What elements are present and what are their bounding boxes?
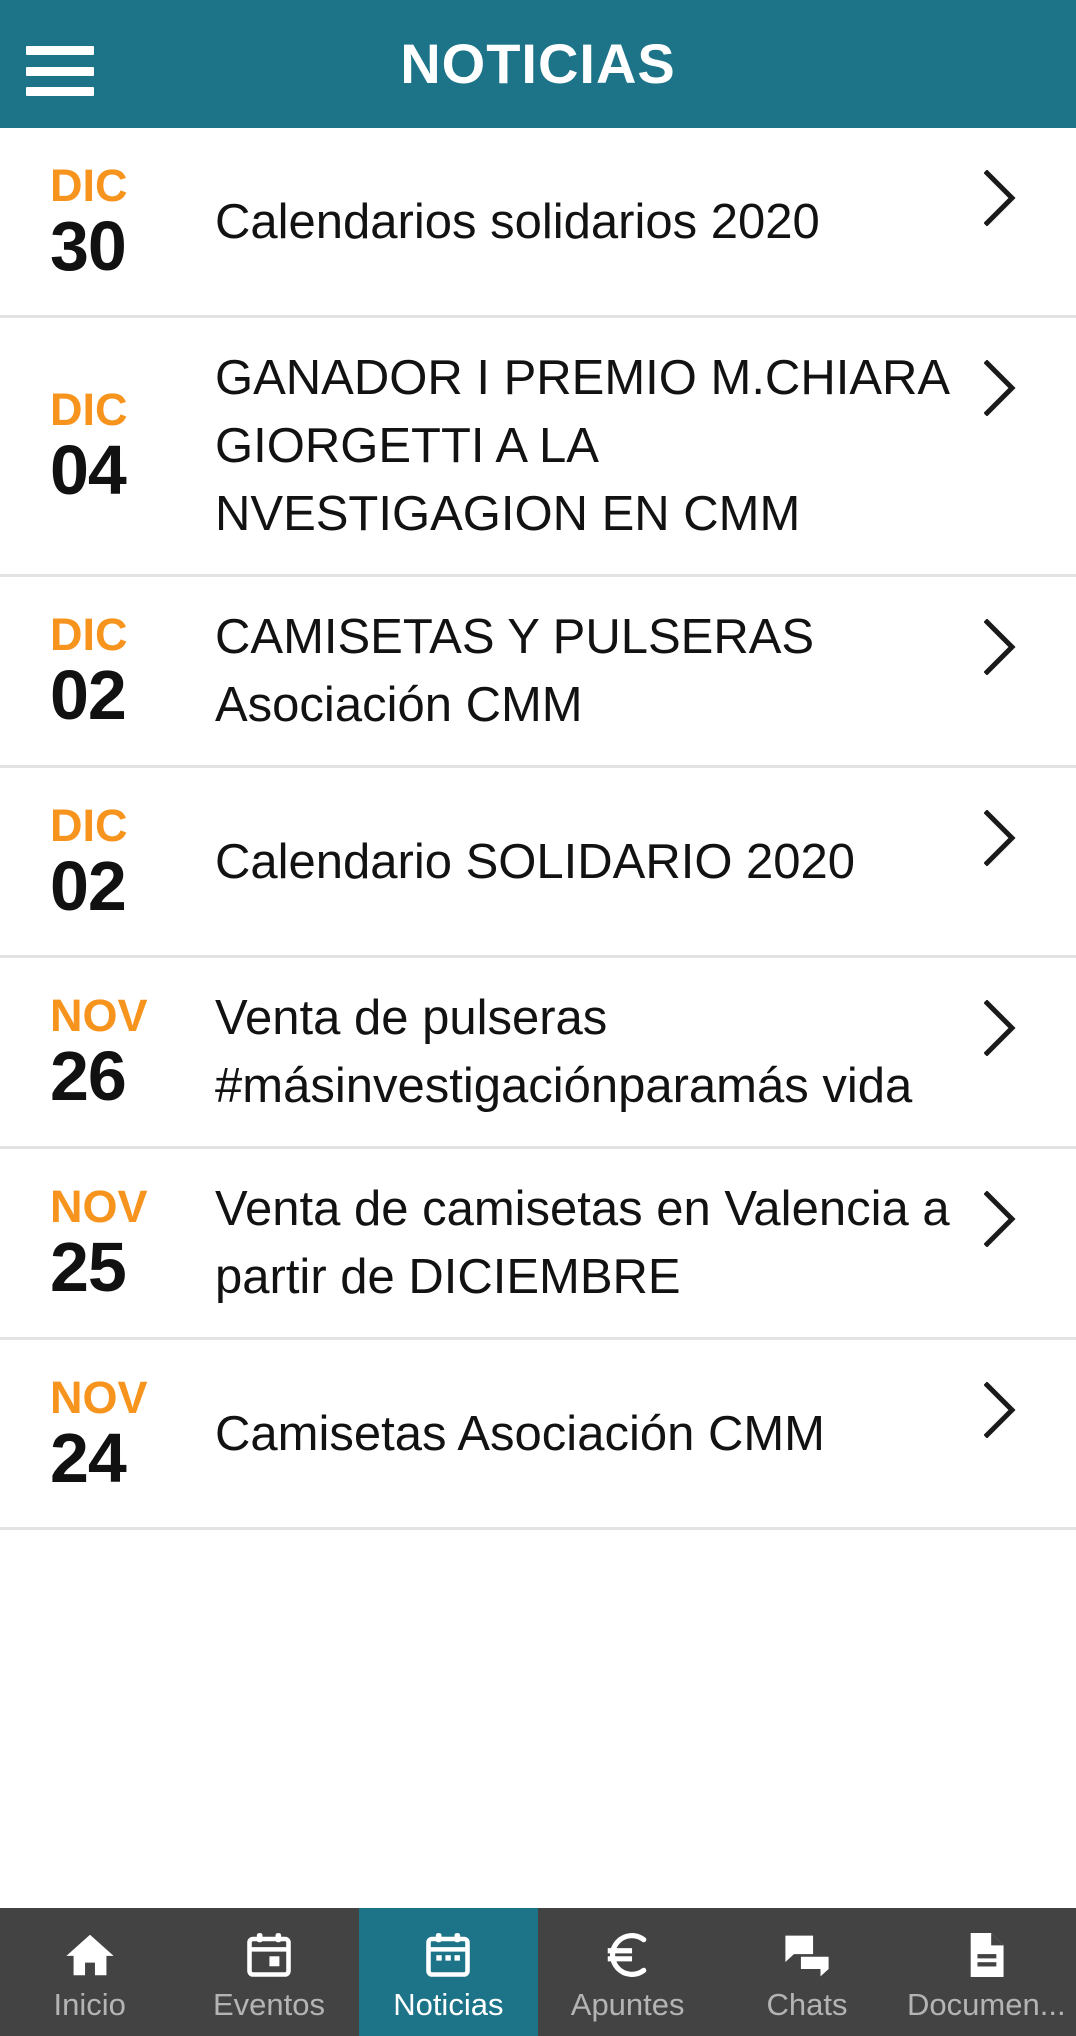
news-title-wrap: GANADOR I PREMIO M.CHIARA GIORGETTI A LA… — [215, 344, 1076, 548]
news-title-wrap: Calendarios solidarios 2020 — [215, 188, 1076, 256]
news-item-title: Calendarios solidarios 2020 — [215, 194, 820, 249]
news-item-title: Venta de pulseras #másinvestigaciónparam… — [215, 991, 913, 1113]
news-list-item[interactable]: DIC 30 Calendarios solidarios 2020 — [0, 128, 1076, 318]
news-item-title: Calendario SOLIDARIO 2020 — [215, 834, 856, 889]
nav-item-eventos[interactable]: Eventos — [179, 1908, 358, 2036]
nav-item-inicio[interactable]: Inicio — [0, 1908, 179, 2036]
app-header: NOTICIAS — [0, 0, 1076, 128]
hamburger-bar-2 — [26, 66, 94, 76]
nav-item-label: Eventos — [212, 1987, 325, 2022]
news-date-day: 02 — [50, 846, 127, 925]
news-list-item[interactable]: NOV 26 Venta de pulseras #másinvestigación… — [0, 958, 1076, 1149]
news-date-day: 04 — [50, 431, 127, 509]
news-date-month: DIC — [50, 799, 128, 851]
chevron-right-icon[interactable] — [984, 1382, 1018, 1438]
news-date: NOV 26 — [0, 990, 215, 1115]
news-date-day: 25 — [50, 1228, 127, 1306]
chevron-right-icon[interactable] — [984, 1000, 1018, 1056]
news-list-item[interactable]: NOV 24 Camisetas Asociación CMM — [0, 1340, 1076, 1530]
calendar-news-icon — [421, 1928, 475, 1982]
chevron-right-icon[interactable] — [984, 1191, 1018, 1247]
news-date: DIC 04 — [0, 384, 215, 509]
hamburger-bar-3 — [26, 87, 94, 96]
news-title-wrap: Venta de pulseras #másinvestigaciónparam… — [215, 984, 1076, 1120]
news-item-title: GANADOR I PREMIO M.CHIARA GIORGETTI A LA… — [215, 351, 948, 541]
app-root: NOTICIAS DIC 30 Calendarios solidarios 202… — [0, 0, 1076, 2036]
news-list-item[interactable]: DIC 02 Calendario SOLIDARIO 2020 — [0, 768, 1076, 958]
news-item-title: CAMISETAS Y PULSERAS Asociación CMM — [215, 610, 815, 732]
news-date-month: NOV — [50, 1181, 148, 1232]
nav-item-chats[interactable]: Chats — [717, 1908, 896, 2036]
news-date: DIC 30 — [0, 159, 215, 285]
chevron-right-icon[interactable] — [984, 170, 1018, 226]
home-icon — [63, 1928, 117, 1982]
news-date: DIC 02 — [0, 609, 215, 734]
chat-bubbles-icon — [780, 1928, 834, 1982]
news-title-wrap: CAMISETAS Y PULSERAS Asociación CMM — [215, 603, 1076, 739]
news-date-month: DIC — [50, 384, 128, 435]
page-title: NOTICIAS — [400, 32, 676, 95]
news-item-title: Venta de camisetas en Valencia a partir … — [215, 1182, 950, 1304]
news-list-item[interactable]: DIC 04 GANADOR I PREMIO M.CHIARA GIORGETTI… — [0, 318, 1076, 577]
news-list-item[interactable]: NOV 25 Venta de camisetas en Valencia a pa… — [0, 1149, 1076, 1340]
nav-item-label: Noticias — [393, 1987, 504, 2022]
news-date: DIC 02 — [0, 799, 215, 925]
news-list[interactable]: DIC 30 Calendarios solidarios 2020 DIC 04 GAN… — [0, 128, 1076, 1908]
news-list-item[interactable]: DIC 02 CAMISETAS Y PULSERAS Asociación CMM — [0, 577, 1076, 768]
hamburger-bar-1 — [26, 46, 94, 55]
chevron-right-icon[interactable] — [984, 810, 1018, 866]
news-date-day: 02 — [50, 656, 127, 734]
hamburger-menu-icon[interactable] — [26, 46, 94, 96]
news-title-wrap: Calendario SOLIDARIO 2020 — [215, 828, 1076, 896]
nav-item-noticias[interactable]: Noticias — [358, 1908, 538, 2036]
news-date-month: NOV — [50, 1371, 148, 1423]
news-date-day: 30 — [50, 206, 127, 285]
news-title-wrap: Camisetas Asociación CMM — [215, 1400, 1076, 1468]
news-date: NOV 25 — [0, 1181, 215, 1306]
nav-item-label: Apuntes — [570, 1987, 685, 2022]
nav-item-documen[interactable]: Documen... — [897, 1908, 1076, 2036]
chevron-right-icon[interactable] — [984, 619, 1018, 675]
news-date-month: DIC — [50, 609, 128, 660]
nav-item-label: Chats — [766, 1987, 848, 2022]
news-title-wrap: Venta de camisetas en Valencia a partir … — [215, 1175, 1076, 1311]
euro-icon — [601, 1928, 655, 1982]
chevron-right-icon[interactable] — [984, 360, 1018, 416]
news-date-month: DIC — [50, 159, 128, 211]
nav-item-apuntes[interactable]: Apuntes — [538, 1908, 717, 2036]
news-date: NOV 24 — [0, 1371, 215, 1497]
news-date-day: 26 — [50, 1037, 127, 1115]
news-date-day: 24 — [50, 1418, 127, 1497]
nav-item-label: Inicio — [53, 1987, 126, 2022]
news-item-title: Camisetas Asociación CMM — [215, 1406, 825, 1461]
bottom-navigation-bar: Inicio Eventos Noticias Apuntes Chats Documen… — [0, 1908, 1076, 2036]
calendar-icon — [242, 1928, 296, 1982]
news-date-month: NOV — [50, 990, 148, 1041]
document-icon — [959, 1928, 1013, 1982]
nav-item-label: Documen... — [907, 1987, 1066, 2022]
